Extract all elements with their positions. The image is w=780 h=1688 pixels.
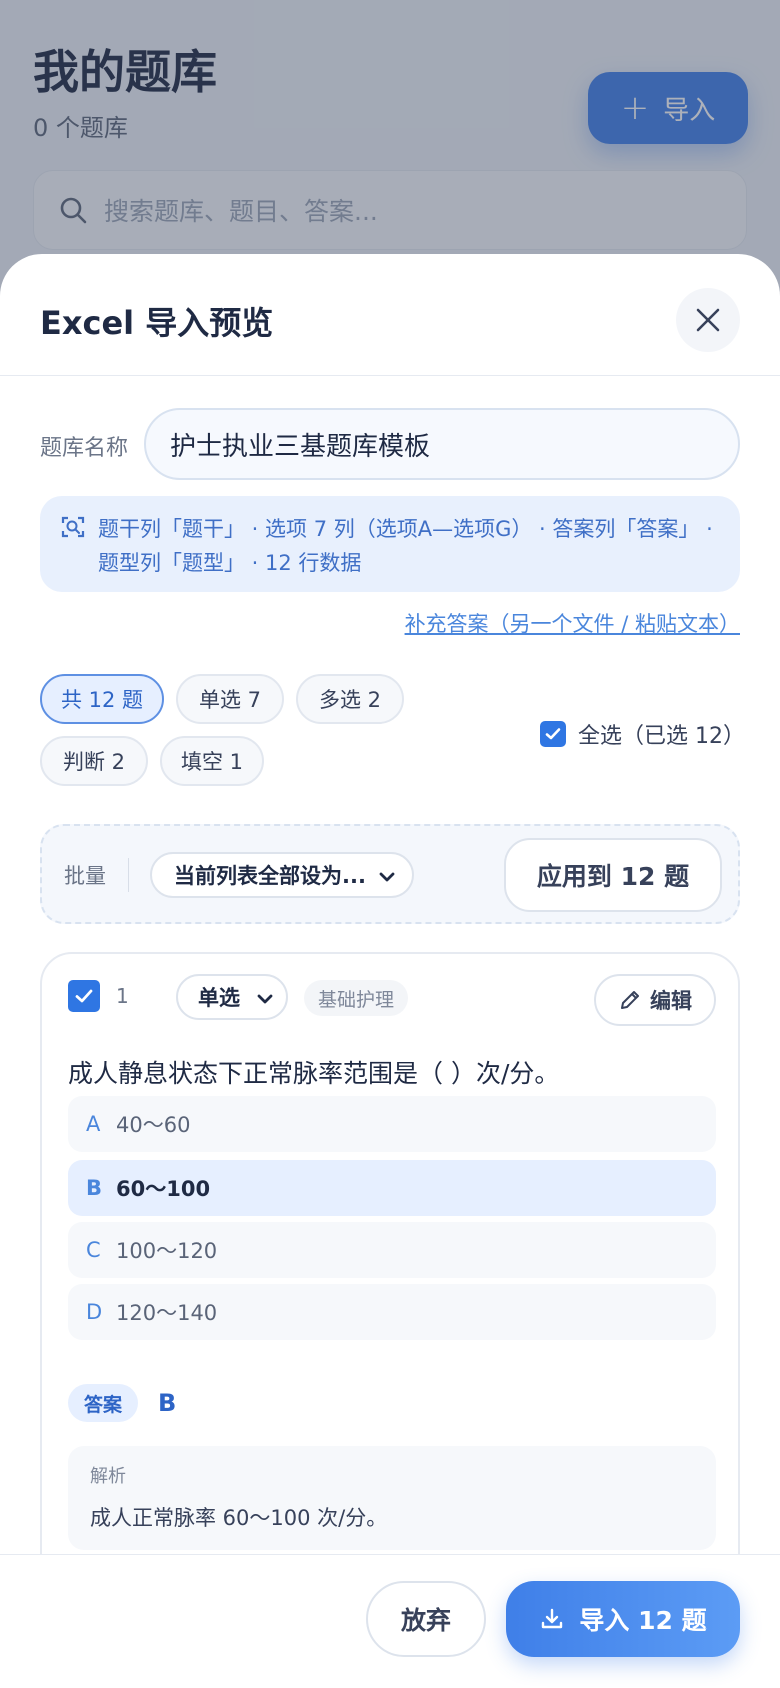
- answer-value: B: [158, 1389, 177, 1417]
- bank-name-label: 题库名称: [40, 436, 129, 461]
- supplement-answer-link[interactable]: 补充答案（另一个文件 / 粘贴文本）: [405, 608, 740, 638]
- bank-name-row: 题库名称 护士执业三基题库模板: [40, 408, 740, 480]
- question-stem: 成人静息状态下正常脉率范围是（ ）次/分。: [68, 1059, 560, 1088]
- option-letter: B: [86, 1176, 103, 1200]
- sheet-title: Excel 导入预览: [40, 304, 274, 342]
- edit-label: 编辑: [650, 989, 692, 1013]
- sheet-header: Excel 导入预览: [0, 254, 780, 376]
- category-tag: 基础护理: [304, 980, 409, 1016]
- check-icon: [540, 721, 566, 747]
- select-all-label: 全选（已选 12）: [578, 724, 745, 749]
- option-text: 40～60: [116, 1113, 191, 1137]
- batch-select-value: 当前列表全部设为...: [174, 864, 366, 888]
- option-text: 60～100: [116, 1177, 211, 1201]
- option-letter: A: [86, 1112, 101, 1136]
- option-letter: D: [86, 1300, 103, 1324]
- answer-row: 答案 B: [68, 1384, 176, 1422]
- question-type-value: 单选: [198, 986, 240, 1010]
- answer-tag: 答案: [68, 1384, 139, 1422]
- question-card: 1 单选 基础护理 编辑 成人静息状态下正常脉率范围是（ ）次/分。 A 40～…: [40, 952, 740, 1592]
- apply-batch-button[interactable]: 应用到 12 题: [504, 838, 722, 912]
- question-number: 1: [116, 984, 129, 1008]
- analysis-title: 解析: [90, 1466, 126, 1487]
- scan-icon: [61, 516, 85, 538]
- chevron-down-icon: [379, 872, 395, 882]
- select-all-checkbox[interactable]: 全选（已选 12）: [540, 718, 745, 750]
- option-text: 100～120: [116, 1239, 218, 1263]
- discard-button[interactable]: 放弃: [366, 1581, 486, 1657]
- confirm-import-button[interactable]: 导入 12 题: [506, 1581, 740, 1657]
- question-type-select[interactable]: 单选: [176, 974, 288, 1020]
- analysis-box: 解析 成人正常脉率 60～100 次/分。: [68, 1446, 716, 1550]
- bank-name-input[interactable]: 护士执业三基题库模板: [144, 408, 740, 480]
- column-mapping-info: 题干列「题干」 · 选项 7 列（选项A—选项G） · 答案列「答案」 · 题型…: [40, 496, 740, 592]
- download-icon: [542, 1608, 563, 1629]
- batch-type-select[interactable]: 当前列表全部设为...: [150, 852, 414, 898]
- filter-chip-single[interactable]: 单选 7: [176, 674, 284, 724]
- close-icon: [696, 308, 720, 332]
- option-letter: C: [86, 1238, 101, 1262]
- batch-panel: 批量 当前列表全部设为... 应用到 12 题: [40, 824, 740, 924]
- pencil-icon: [621, 991, 639, 1009]
- option-d[interactable]: D 120～140: [68, 1284, 716, 1340]
- import-preview-sheet: Excel 导入预览 题库名称 护士执业三基题库模板 题干列「题干」 · 选项 …: [0, 254, 780, 1688]
- divider: [128, 858, 129, 892]
- confirm-import-label: 导入 12 题: [579, 1606, 707, 1635]
- option-text: 120～140: [116, 1301, 218, 1325]
- question-checkbox[interactable]: [68, 980, 100, 1012]
- sheet-footer: 放弃 导入 12 题: [0, 1554, 780, 1688]
- option-b[interactable]: B 60～100: [68, 1160, 716, 1216]
- chevron-down-icon: [257, 994, 273, 1004]
- close-button[interactable]: [676, 288, 740, 352]
- edit-button[interactable]: 编辑: [594, 974, 716, 1026]
- info-text: 题干列「题干」 · 选项 7 列（选项A—选项G） · 答案列「答案」 · 题型…: [98, 517, 713, 575]
- analysis-text: 成人正常脉率 60～100 次/分。: [90, 1506, 388, 1530]
- filter-chip-fill[interactable]: 填空 1: [160, 736, 264, 786]
- option-c[interactable]: C 100～120: [68, 1222, 716, 1278]
- filter-chip-all[interactable]: 共 12 题: [40, 674, 164, 724]
- option-a[interactable]: A 40～60: [68, 1096, 716, 1152]
- filter-chip-multi[interactable]: 多选 2: [296, 674, 404, 724]
- check-icon: [75, 989, 93, 1003]
- filter-chip-judge[interactable]: 判断 2: [40, 736, 148, 786]
- batch-label: 批量: [64, 864, 106, 888]
